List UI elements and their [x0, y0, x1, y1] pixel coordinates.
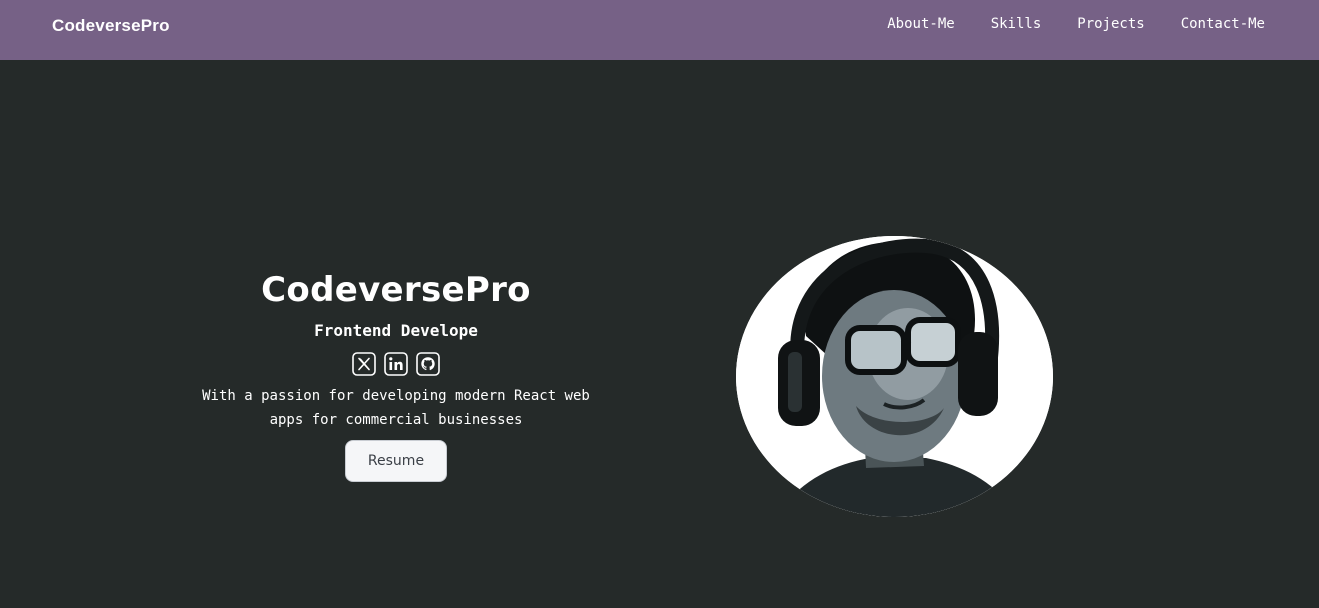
github-icon[interactable] — [416, 352, 440, 376]
nav-about-me[interactable]: About-Me — [887, 16, 954, 32]
hero-description: With a passion for developing modern Rea… — [202, 388, 590, 428]
nav-projects[interactable]: Projects — [1077, 16, 1144, 32]
hero-title: CodeversePro — [261, 270, 531, 310]
nav-links: About-Me Skills Projects Contact-Me — [887, 16, 1265, 32]
linkedin-icon[interactable] — [384, 352, 408, 376]
profile-photo — [736, 236, 1053, 517]
nav-contact-me[interactable]: Contact-Me — [1181, 16, 1265, 32]
navbar: CodeversePro About-Me Skills Projects Co… — [0, 0, 1319, 60]
resume-button[interactable]: Resume — [345, 440, 447, 482]
hero-section: CodeversePro Frontend Develope With a pa… — [196, 268, 596, 482]
nav-skills[interactable]: Skills — [991, 16, 1042, 32]
x-icon[interactable] — [352, 352, 376, 376]
hero-role: Frontend Develope — [314, 321, 478, 340]
brand-logo[interactable]: CodeversePro — [52, 16, 170, 36]
social-links — [196, 352, 596, 376]
